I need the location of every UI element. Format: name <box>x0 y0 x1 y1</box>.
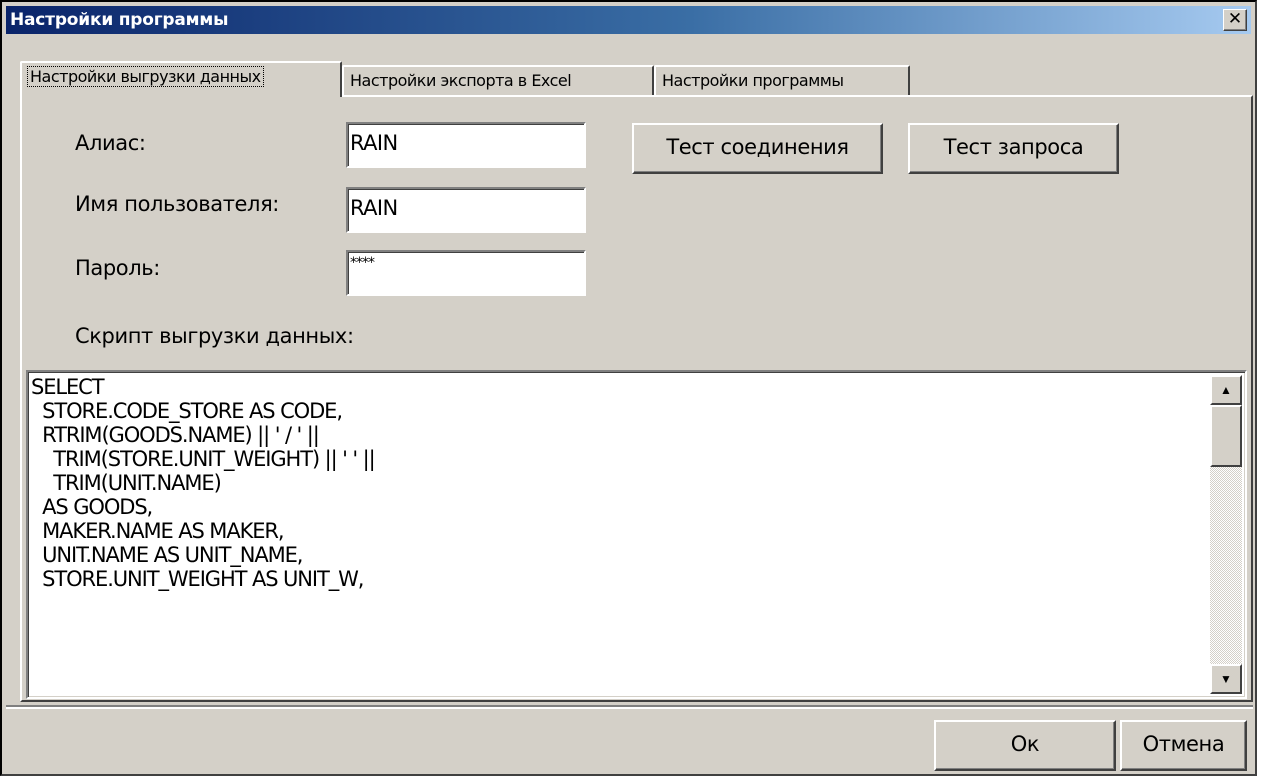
scroll-thumb[interactable] <box>1210 405 1242 467</box>
close-icon: ✕ <box>1227 9 1243 29</box>
vertical-scrollbar[interactable]: ▲ ▼ <box>1210 375 1242 694</box>
scroll-up-button[interactable]: ▲ <box>1210 375 1242 405</box>
tab-label: Настройки экспорта в Excel <box>350 71 572 90</box>
tab-label: Настройки программы <box>662 71 844 90</box>
arrow-up-icon: ▲ <box>1220 383 1232 397</box>
tab-excel-export[interactable]: Настройки экспорта в Excel <box>342 65 654 95</box>
tab-label: Настройки выгрузки данных <box>27 66 264 87</box>
footer-divider <box>6 705 1253 709</box>
window-title: Настройки программы <box>10 10 229 30</box>
tab-data-export[interactable]: Настройки выгрузки данных <box>20 61 342 97</box>
script-text[interactable]: SELECT STORE.CODE_STORE AS CODE, RTRIM(G… <box>31 375 1207 694</box>
scroll-down-button[interactable]: ▼ <box>1210 664 1242 694</box>
tab-program-settings[interactable]: Настройки программы <box>654 65 910 95</box>
cancel-button[interactable]: Отмена <box>1120 720 1247 771</box>
arrow-down-icon: ▼ <box>1220 672 1232 686</box>
ok-button[interactable]: Ок <box>934 720 1116 771</box>
title-bar[interactable]: Настройки программы ✕ <box>6 6 1251 34</box>
script-editor[interactable]: SELECT STORE.CODE_STORE AS CODE, RTRIM(G… <box>26 370 1247 699</box>
settings-dialog: Настройки программы ✕ Настройки выгрузки… <box>0 0 1257 776</box>
close-button[interactable]: ✕ <box>1223 9 1247 31</box>
